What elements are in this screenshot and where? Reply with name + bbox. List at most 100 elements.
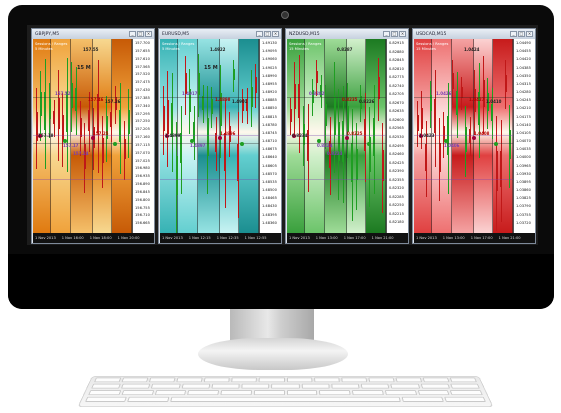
price-tick-label: 1.04350: [516, 73, 531, 78]
window-title: USDCAD,M15: [416, 31, 447, 37]
maximize-button[interactable]: □: [264, 31, 271, 37]
chart-window[interactable]: NZDUSD,M15 _ □ × 0.8287 0.8282 0.8235 0.8234 0.8…: [285, 28, 409, 244]
chart-window[interactable]: EURUSD,M5 _ □ × 1.4922 1.4917 1.4898 1.4899 1.48…: [158, 28, 282, 244]
candle-body: [83, 144, 86, 169]
chart-plot-area[interactable]: 0.8287 0.8282 0.8235 0.8234 0.8224 0.8225 0.82…: [287, 39, 386, 233]
candle-body: [127, 109, 130, 134]
price-tick-label: 0.82740: [389, 83, 404, 88]
price-tick-label: 1.04105: [516, 130, 531, 135]
chart-info-line: 15 Minutes: [416, 47, 436, 51]
window-titlebar[interactable]: USDCAD,M15 _ □ ×: [413, 29, 535, 39]
price-tick-label: 1.48605: [262, 163, 277, 168]
price-annotation: 0.8282: [309, 91, 325, 96]
price-tick-label: 1.03790: [516, 204, 531, 209]
price-tick-label: 1.04315: [516, 81, 531, 86]
candle-body: [416, 114, 419, 131]
candle-body: [420, 108, 423, 129]
minimize-button[interactable]: _: [383, 31, 390, 37]
window-controls: _ □ ×: [510, 31, 533, 37]
candle-body: [57, 97, 60, 130]
candle-body: [381, 150, 384, 182]
close-button[interactable]: ×: [272, 31, 279, 37]
window-titlebar[interactable]: NZDUSD,M15 _ □ ×: [286, 29, 408, 39]
chart-info-line: 15 Minutes: [289, 47, 309, 51]
signal-dot: [113, 142, 117, 146]
price-tick-label: 1.48395: [262, 212, 277, 217]
price-tick-label: 0.82460: [389, 152, 404, 157]
chart-window[interactable]: GBPJPY,M5 _ □ × 157.55 157.52 157.46 157.18 157.…: [31, 28, 155, 244]
price-tick-label: 1.48465: [262, 196, 277, 201]
candle-body: [166, 99, 169, 134]
price-tick-label: 156.800: [135, 197, 150, 202]
price-tick-label: 1.03755: [516, 212, 531, 217]
window-title: EURUSD,M5: [162, 31, 190, 37]
price-annotation: 1.0410: [486, 99, 502, 104]
price-axis[interactable]: 0.82915 0.82880 0.82845 0.82810 0.82775 0.827…: [386, 39, 408, 233]
time-tick-label: 1 Nov 12:15: [188, 236, 211, 240]
time-axis: 1 Nov 2013 1 Nov 12:15 1 Nov 12:35 1 Nov 12…: [160, 233, 281, 243]
candle-body: [500, 150, 503, 187]
price-tick-label: 0.82215: [389, 211, 404, 216]
candle-body: [351, 142, 354, 183]
price-tick-label: 157.520: [135, 72, 150, 77]
close-button[interactable]: ×: [526, 31, 533, 37]
time-tick-label: 1 Nov 2013: [289, 236, 310, 240]
maximize-button[interactable]: □: [137, 31, 144, 37]
signal-dot: [240, 142, 244, 146]
close-button[interactable]: ×: [399, 31, 406, 37]
price-annotation: 157.46: [88, 97, 104, 102]
price-axis[interactable]: 1.49130 1.49095 1.49060 1.49025 1.48990 1.489…: [259, 39, 281, 233]
candle-body: [298, 84, 301, 119]
price-annotation: 1.0424: [464, 47, 480, 52]
maximize-button[interactable]: □: [518, 31, 525, 37]
level-line: [414, 143, 513, 144]
candle-body: [377, 76, 380, 99]
time-tick-label: 1 Nov 2013: [416, 236, 437, 240]
price-tick-label: 0.82285: [389, 194, 404, 199]
time-tick-label: 1 Nov 17:00: [343, 236, 366, 240]
chart-info-text: Sessions / Ranges 15 Minutes: [289, 42, 321, 52]
price-tick-label: 1.04455: [516, 49, 531, 54]
level-line: [160, 179, 259, 180]
candle-body: [61, 115, 64, 142]
window-controls: _ □ ×: [129, 31, 152, 37]
minimize-button[interactable]: _: [510, 31, 517, 37]
candle-body: [508, 129, 511, 159]
chart-plot-area[interactable]: 157.55 157.52 157.46 157.18 157.17 157.25 157.…: [33, 39, 132, 233]
candle-body: [232, 69, 235, 81]
candle-body: [464, 127, 467, 153]
price-axis[interactable]: 1.04490 1.04455 1.04420 1.04385 1.04350 1.043…: [513, 39, 535, 233]
price-tick-label: 1.48500: [262, 188, 277, 193]
chart-window[interactable]: USDCAD,M15 _ □ × 1.0424 1.0426 1.0427 1.0423 1.0…: [412, 28, 536, 244]
chart-info-line: 5 Minutes: [35, 47, 53, 51]
price-tick-label: 1.04490: [516, 41, 531, 45]
level-line: [160, 143, 259, 144]
chart-plot-area[interactable]: 1.0424 1.0426 1.0427 1.0423 1.0406 1.0408 1.04…: [414, 39, 513, 233]
window-titlebar[interactable]: GBPJPY,M5 _ □ ×: [32, 29, 154, 39]
chart-info-line: 5 Minutes: [162, 47, 180, 51]
minimize-button[interactable]: _: [256, 31, 263, 37]
candle-body: [438, 142, 441, 173]
level-line: [33, 143, 132, 144]
price-annotation: 1.0406: [444, 143, 460, 148]
window-titlebar[interactable]: EURUSD,M5 _ □ ×: [159, 29, 281, 39]
chart-plot-area[interactable]: 1.4922 1.4917 1.4898 1.4899 1.4897 1.4896 1.49…: [160, 39, 259, 233]
candle-body: [53, 111, 56, 124]
candle-body: [434, 99, 437, 134]
price-axis[interactable]: 157.700 157.655 157.610 157.565 157.520 157.4…: [132, 39, 154, 233]
candle-body: [39, 92, 42, 117]
price-tick-label: 1.48850: [262, 106, 277, 111]
time-tick-label: 1 Nov 20:00: [117, 236, 140, 240]
candle-body: [504, 74, 507, 92]
price-tick-label: 1.48360: [262, 220, 277, 225]
maximize-button[interactable]: □: [391, 31, 398, 37]
close-button[interactable]: ×: [145, 31, 152, 37]
minimize-button[interactable]: _: [129, 31, 136, 37]
time-tick-label: 1 Nov 17:00: [470, 236, 493, 240]
price-tick-label: 157.655: [135, 48, 150, 53]
time-tick-label: 1 Nov 12:35: [216, 236, 239, 240]
price-tick-label: 157.565: [135, 64, 150, 69]
candle-body: [101, 137, 104, 163]
candle-body: [333, 95, 336, 135]
price-annotation: 1.4899: [165, 133, 181, 138]
